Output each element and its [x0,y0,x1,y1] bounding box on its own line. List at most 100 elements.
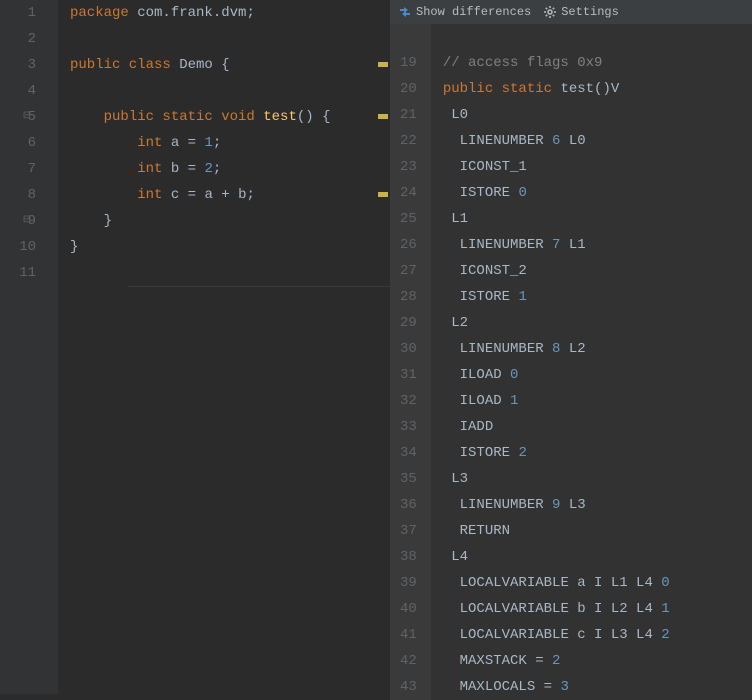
code-line[interactable] [443,24,752,50]
gutter-line-number[interactable]: 1 [10,0,36,26]
gutter-line-number[interactable]: 3 [10,52,36,78]
gutter-line-number[interactable]: 39 [400,570,417,596]
token-ident: ILOAD [460,367,510,383]
gutter-line-number[interactable]: 30 [400,336,417,362]
gutter-line-number[interactable]: 22 [400,128,417,154]
gutter-line-number[interactable]: 32 [400,388,417,414]
gutter-line-number[interactable]: 34 [400,440,417,466]
gutter-line-number[interactable]: 29 [400,310,417,336]
token-kw: public class [70,57,179,73]
fold-icon[interactable]: ⊟ [22,216,32,226]
bytecode-editor-pane: Show differences Settings 19202122232425… [390,0,752,694]
code-line[interactable]: int a = 1; [70,130,390,156]
gutter-line-number[interactable]: 7 [10,156,36,182]
gutter-line-number[interactable] [400,24,417,50]
code-line[interactable] [70,26,390,52]
gear-icon [543,5,557,19]
gutter-line-number[interactable]: 38 [400,544,417,570]
code-line[interactable]: public class Demo { [70,52,390,78]
code-line[interactable]: L2 [443,310,752,336]
code-line[interactable]: int b = 2; [70,156,390,182]
token-num: 0 [510,367,518,383]
gutter-line-number[interactable]: 11 [10,260,36,286]
gutter-line-number[interactable]: 31 [400,362,417,388]
code-line[interactable]: ISTORE 1 [443,284,752,310]
code-line[interactable]: L0 [443,102,752,128]
code-line[interactable] [70,260,390,286]
code-line[interactable]: ICONST_2 [443,258,752,284]
code-line[interactable]: RETURN [443,518,752,544]
code-line[interactable]: LOCALVARIABLE b I L2 L4 1 [443,596,752,622]
code-line[interactable]: LINENUMBER 7 L1 [443,232,752,258]
source-editor[interactable]: 12345⊟6789⊟1011 package com.frank.dvm;pu… [0,0,390,694]
token-num: 2 [518,445,526,461]
gutter-line-number[interactable]: 19 [400,50,417,76]
code-line[interactable]: int c = a + b; [70,182,390,208]
gutter-line-number[interactable]: 6 [10,130,36,156]
gutter-line-number[interactable]: 26 [400,232,417,258]
code-line[interactable] [70,78,390,104]
code-line[interactable]: L1 [443,206,752,232]
code-line[interactable]: } [70,208,390,234]
gutter-line-number[interactable]: 5⊟ [10,104,36,130]
token-num: 9 [552,497,569,513]
code-line[interactable]: public static void test() { [70,104,390,130]
gutter-line-number[interactable]: 43 [400,674,417,700]
code-line[interactable]: public static test()V [443,76,752,102]
source-gutter[interactable]: 12345⊟6789⊟1011 [0,0,58,694]
gutter-line-number[interactable]: 35 [400,466,417,492]
gutter-line-number[interactable]: 27 [400,258,417,284]
token-ident: L0 [569,133,586,149]
bytecode-code-area[interactable]: // access flags 0x9 public static test()V… [431,24,752,700]
gutter-line-number[interactable]: 36 [400,492,417,518]
code-line[interactable]: L4 [443,544,752,570]
code-line[interactable]: } [70,234,390,260]
code-line[interactable]: package com.frank.dvm; [70,0,390,26]
bytecode-editor[interactable]: 1920212223242526272829303132333435363738… [390,24,752,700]
code-line[interactable]: ISTORE 2 [443,440,752,466]
code-line[interactable]: IADD [443,414,752,440]
code-line[interactable]: LINENUMBER 8 L2 [443,336,752,362]
gutter-line-number[interactable]: 4 [10,78,36,104]
empty-editor-area[interactable] [128,286,390,686]
gutter-line-number[interactable]: 21 [400,102,417,128]
gutter-line-number[interactable]: 28 [400,284,417,310]
diff-toolbar: Show differences Settings [390,0,752,24]
gutter-line-number[interactable]: 25 [400,206,417,232]
gutter-line-number[interactable]: 9⊟ [10,208,36,234]
code-line[interactable]: L3 [443,466,752,492]
token-ident: LOCALVARIABLE c I L3 L4 [460,627,662,643]
code-line[interactable]: ILOAD 0 [443,362,752,388]
code-line[interactable]: // access flags 0x9 [443,50,752,76]
code-line[interactable]: ILOAD 1 [443,388,752,414]
gutter-line-number[interactable]: 2 [10,26,36,52]
gutter-line-number[interactable]: 40 [400,596,417,622]
gutter-line-number[interactable]: 10 [10,234,36,260]
code-line[interactable]: MAXLOCALS = 3 [443,674,752,700]
code-line[interactable]: LINENUMBER 6 L0 [443,128,752,154]
code-line[interactable]: LOCALVARIABLE c I L3 L4 2 [443,622,752,648]
gutter-line-number[interactable]: 37 [400,518,417,544]
bytecode-gutter[interactable]: 1920212223242526272829303132333435363738… [390,24,431,700]
code-line[interactable]: MAXSTACK = 2 [443,648,752,674]
gutter-line-number[interactable]: 41 [400,622,417,648]
fold-icon[interactable]: ⊟ [22,112,32,122]
settings-label: Settings [561,5,619,19]
token-ident: ICONST_1 [460,159,527,175]
gutter-line-number[interactable]: 33 [400,414,417,440]
show-differences-button[interactable]: Show differences [398,5,531,19]
code-line[interactable]: ICONST_1 [443,154,752,180]
settings-button[interactable]: Settings [543,5,619,19]
token-cmt: // access flags 0x9 [443,55,603,71]
code-line[interactable]: LINENUMBER 9 L3 [443,492,752,518]
source-code-area[interactable]: package com.frank.dvm; public class Demo … [58,0,390,694]
code-line[interactable]: ISTORE 0 [443,180,752,206]
token-num: 1 [204,135,212,151]
gutter-line-number[interactable]: 42 [400,648,417,674]
code-line[interactable]: LOCALVARIABLE a I L1 L4 0 [443,570,752,596]
gutter-line-number[interactable]: 8 [10,182,36,208]
gutter-line-number[interactable]: 20 [400,76,417,102]
gutter-line-number[interactable]: 24 [400,180,417,206]
token-ident: a [171,135,188,151]
gutter-line-number[interactable]: 23 [400,154,417,180]
